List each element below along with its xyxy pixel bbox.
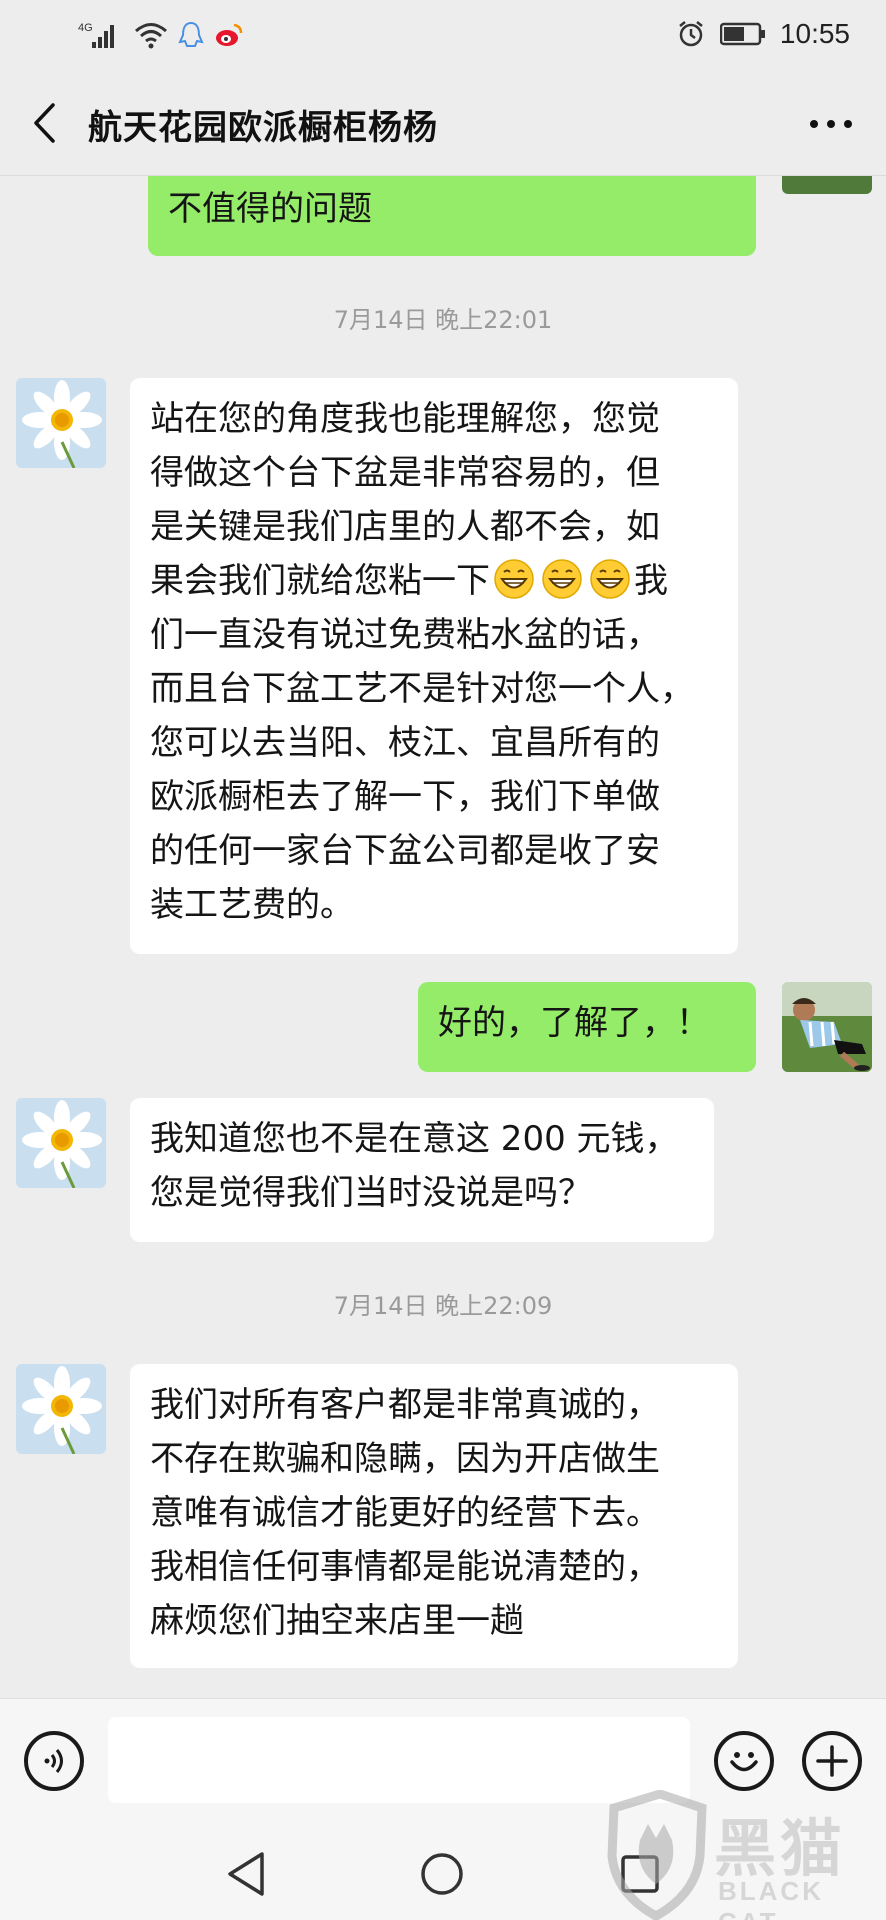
message-line: 得做这个台下盆是非常容易的，但 bbox=[150, 453, 660, 493]
my-avatar[interactable] bbox=[782, 982, 872, 1072]
message-line: 我们对所有客户都是非常真诚的， bbox=[150, 1385, 660, 1425]
message-line: 我相信任何事情都是能说清楚的， bbox=[150, 1547, 660, 1587]
message-text: 果会我们就给您粘一下 bbox=[150, 561, 490, 601]
circle-home-icon bbox=[421, 1853, 463, 1895]
voice-button[interactable] bbox=[24, 1731, 84, 1791]
chat-title: 航天花园欧派橱柜杨杨 bbox=[88, 108, 438, 148]
message-line: 站在您的角度我也能理解您，您觉 bbox=[150, 399, 660, 439]
contact-avatar[interactable] bbox=[16, 1364, 106, 1454]
message-line: 您可以去当阳、枝江、宜昌所有的 bbox=[150, 723, 660, 763]
message-bubble-incoming[interactable]: 我们对所有客户都是非常真诚的， 不存在欺骗和隐瞒，因为开店做生 意唯有诚信才能更… bbox=[130, 1364, 738, 1668]
back-button[interactable] bbox=[24, 98, 64, 148]
nav-home-button[interactable] bbox=[412, 1846, 472, 1902]
weibo-notification-icon bbox=[214, 20, 244, 50]
nav-back-button[interactable] bbox=[216, 1846, 276, 1902]
football-player-avatar-image bbox=[782, 982, 872, 1072]
message-line: 您是觉得我们当时没说是吗？ bbox=[150, 1173, 592, 1213]
watermark-text-en: BLACK CAT bbox=[718, 1876, 824, 1920]
chat-messages[interactable]: 不值得的问题 7月14日 晚上22:01 站在您的角度我也能理解您，您觉 得做这… bbox=[0, 176, 886, 1698]
grinning-face-icon bbox=[541, 558, 583, 600]
more-button[interactable] bbox=[806, 106, 856, 142]
status-time: 10:55 bbox=[779, 18, 850, 49]
emoji-button[interactable] bbox=[714, 1731, 774, 1791]
plus-icon bbox=[816, 1745, 848, 1777]
triangle-back-icon bbox=[228, 1852, 264, 1896]
message-line-with-emoji: 果会我们就给您粘一下 我 bbox=[150, 554, 718, 608]
daisy-avatar-image bbox=[16, 378, 106, 468]
message-bubble-outgoing[interactable]: 不值得的问题 bbox=[148, 176, 756, 256]
grinning-face-icon bbox=[589, 558, 631, 600]
emoji-icon bbox=[730, 1752, 758, 1772]
message-text: 我 bbox=[634, 561, 668, 601]
message-timestamp: 7月14日 晚上22:01 bbox=[333, 306, 553, 334]
chevron-left-icon bbox=[34, 103, 55, 143]
message-line: 的任何一家台下盆公司都是收了安 bbox=[150, 831, 660, 871]
message-line: 麻烦您们抽空来店里一趟 bbox=[150, 1601, 524, 1641]
qq-notification-icon bbox=[178, 20, 204, 50]
status-bar: 4G 10:55 bbox=[0, 0, 886, 70]
message-line: 我知道您也不是在意这 200 元钱， bbox=[150, 1119, 679, 1159]
message-bubble-incoming[interactable]: 站在您的角度我也能理解您，您觉 得做这个台下盆是非常容易的，但 是关键是我们店里… bbox=[130, 378, 738, 954]
black-cat-watermark: 黑猫 BLACK CAT bbox=[596, 1790, 886, 1920]
message-line: 好的，了解了，！ bbox=[438, 1003, 710, 1043]
battery-icon bbox=[719, 22, 766, 46]
black-cat-logo-icon bbox=[607, 1790, 707, 1920]
message-timestamp: 7月14日 晚上22:09 bbox=[333, 1292, 553, 1320]
voice-icon bbox=[44, 1749, 63, 1773]
wifi-icon bbox=[134, 20, 168, 50]
plus-button[interactable] bbox=[802, 1731, 862, 1791]
message-line: 意唯有诚信才能更好的经营下去。 bbox=[150, 1493, 660, 1533]
message-bubble-incoming[interactable]: 我知道您也不是在意这 200 元钱， 您是觉得我们当时没说是吗？ bbox=[130, 1098, 714, 1242]
more-dots-icon bbox=[810, 120, 852, 128]
daisy-avatar-image bbox=[16, 1098, 106, 1188]
message-line: 是关键是我们店里的人都不会，如 bbox=[150, 507, 660, 547]
message-bubble-outgoing[interactable]: 好的，了解了，！ bbox=[418, 982, 756, 1072]
watermark-text-cn: 黑猫 bbox=[714, 1812, 847, 1885]
message-line: 装工艺费的。 bbox=[150, 885, 354, 925]
message-line: 而且台下盆工艺不是针对您一个人， bbox=[150, 669, 694, 709]
message-line: 不存在欺骗和隐瞒，因为开店做生 bbox=[150, 1439, 660, 1479]
svg-text:4G: 4G bbox=[78, 22, 93, 34]
message-line: 们一直没有说过免费粘水盆的话， bbox=[150, 615, 660, 655]
contact-avatar[interactable] bbox=[16, 378, 106, 468]
grinning-face-icon bbox=[493, 558, 535, 600]
contact-avatar[interactable] bbox=[16, 1098, 106, 1188]
message-line: 欧派橱柜去了解一下，我们下单做 bbox=[150, 777, 660, 817]
network-signal-icon: 4G bbox=[78, 20, 124, 50]
my-avatar[interactable] bbox=[782, 176, 872, 194]
alarm-icon bbox=[676, 19, 706, 49]
chat-header: 航天花园欧派橱柜杨杨 bbox=[0, 70, 886, 176]
daisy-avatar-image bbox=[16, 1364, 106, 1454]
message-line: 不值得的问题 bbox=[168, 189, 372, 229]
